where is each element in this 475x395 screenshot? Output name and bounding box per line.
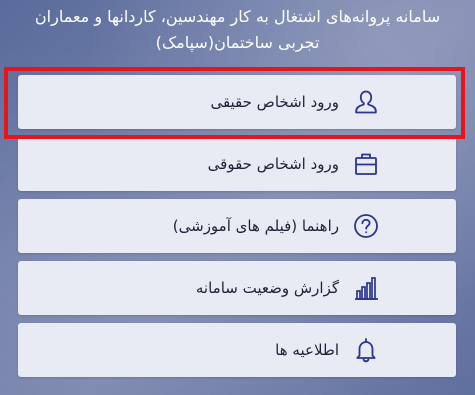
person-icon [351,87,381,117]
menu-item-natural-persons-login[interactable]: ورود اشخاص حقیقی [18,75,456,129]
menu-item-legal-persons-login[interactable]: ورود اشخاص حقوقی [18,137,456,191]
menu-item-label: گزارش وضعیت سامانه [195,279,339,297]
bar-chart-icon [351,273,381,303]
page-title-line-2: تجربی ساختمان(سپامک) [155,33,320,52]
menu-item-label: ورود اشخاص حقوقی [207,155,339,173]
menu-item-label: ورود اشخاص حقیقی [210,93,339,111]
menu-item-help-videos[interactable]: راهنما (فیلم های آموزشی) [18,199,456,253]
bell-icon [351,335,381,365]
menu-item-label: راهنما (فیلم های آموزشی) [172,217,339,235]
help-circle-icon [351,211,381,241]
briefcase-icon [351,149,381,179]
page-title-line-1: سامانه پروانه‌های اشتغال به کار مهندسین،… [34,7,441,26]
menu-item-announcements[interactable]: اطلاعیه ها [18,323,456,377]
menu-item-label: اطلاعیه ها [275,341,339,359]
page-title: سامانه پروانه‌های اشتغال به کار مهندسین،… [0,4,475,56]
menu-item-system-status-report[interactable]: گزارش وضعیت سامانه [18,261,456,315]
